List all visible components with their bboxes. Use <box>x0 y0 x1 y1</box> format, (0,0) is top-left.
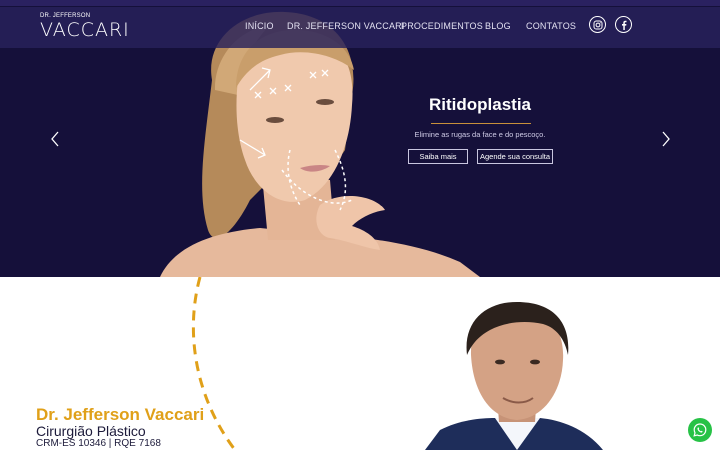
slide-divider <box>431 123 531 124</box>
nav-item-dr-jefferson-vaccari[interactable]: DR. JEFFERSON VACCARI <box>287 21 405 31</box>
doctor-name: Dr. Jefferson Vaccari <box>36 405 205 424</box>
book-consultation-button[interactable]: Agende sua consulta <box>477 149 553 164</box>
doctor-specialty: Cirurgião Plástico <box>36 423 146 439</box>
facebook-icon[interactable] <box>615 16 632 33</box>
nav-item-contatos[interactable]: CONTATOS <box>526 21 576 31</box>
learn-more-button[interactable]: Saiba mais <box>408 149 468 164</box>
chevron-right-icon[interactable] <box>659 130 673 148</box>
main-navbar: DR. JEFFERSON VACCARI INÍCIO DR. JEFFERS… <box>0 7 720 48</box>
instagram-icon[interactable] <box>589 16 606 33</box>
doctor-registration: CRM-ES 10346 | RQE 7168 <box>36 438 161 449</box>
nav-item-blog[interactable]: BLOG <box>485 21 511 31</box>
logo-big-text: VACCARI <box>40 19 130 41</box>
slide-subtitle: Elimine as rugas da face e do pescoço. <box>414 130 546 139</box>
whatsapp-icon[interactable] <box>688 418 712 442</box>
slide-title: Ritidoplastia <box>428 95 531 114</box>
chevron-left-icon[interactable] <box>48 130 62 148</box>
nav-item-procedimentos[interactable]: PROCEDIMENTOS <box>401 21 483 31</box>
nav-item-inicio[interactable]: INÍCIO <box>245 21 274 31</box>
doctor-photo <box>425 302 603 450</box>
